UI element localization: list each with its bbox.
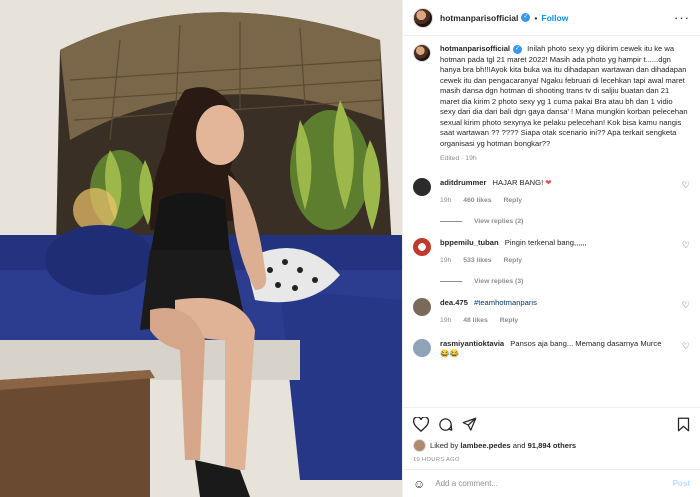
- comment-icon[interactable]: [438, 417, 453, 432]
- author-avatar[interactable]: [413, 7, 433, 28]
- red-heart-emoji: ❤: [545, 177, 552, 187]
- replies-line: [440, 280, 462, 282]
- comment-avatar[interactable]: [413, 297, 431, 316]
- caption-meta: Edited · 19h: [440, 155, 477, 162]
- separator-dot: •: [534, 12, 538, 23]
- comment-body: dea.475 #teamhotmanparis 19h 48 likes Re…: [440, 298, 682, 326]
- share-icon[interactable]: [462, 417, 477, 432]
- comment-avatar[interactable]: [413, 338, 431, 357]
- caption-body: hotmanparisofficial ✓ Inilah photo sexy y…: [440, 44, 690, 165]
- comment-username[interactable]: aditdrummer: [440, 178, 486, 187]
- more-horizontal-icon[interactable]: ···: [674, 10, 690, 25]
- view-replies-button[interactable]: View replies (3): [440, 278, 690, 285]
- comment-meta: 19h 533 likes Reply: [440, 256, 682, 266]
- add-comment-bar: ☺ Post: [403, 469, 700, 497]
- comment-like-heart-icon[interactable]: ♡: [682, 240, 690, 251]
- heart-icon[interactable]: [413, 416, 429, 432]
- comment-item: bppemilu_tuban Pingin terkenal bang,,,,,…: [413, 237, 690, 266]
- comment-meta: 19h 460 likes Reply: [440, 196, 682, 206]
- liked-by-mid: and: [512, 441, 526, 450]
- replies-line: [440, 220, 462, 222]
- view-replies-label: View replies (3): [474, 277, 524, 285]
- post-comment-button[interactable]: Post: [673, 479, 690, 488]
- liked-by-prefix: Liked by: [430, 441, 459, 450]
- comment-like-heart-icon[interactable]: ♡: [682, 300, 690, 311]
- comment-meta: 19h 48 likes Reply: [440, 316, 682, 326]
- comment-item: aditdrummer HAJAR BANG! ❤ 19h 460 likes …: [413, 177, 690, 206]
- comment-body: bppemilu_tuban Pingin terkenal bang,,,,,…: [440, 238, 682, 266]
- reply-button[interactable]: Reply: [500, 317, 519, 324]
- comment-text: HAJAR BANG!: [492, 177, 546, 187]
- liker-avatar[interactable]: [413, 439, 426, 452]
- comment-body: rasmiyantioktavia Pansos aja bang... Mem…: [440, 339, 682, 359]
- reply-button[interactable]: Reply: [503, 257, 522, 264]
- laughing-emoji: 😂😂: [440, 348, 459, 358]
- comment-time: 19h: [440, 316, 452, 324]
- follow-button[interactable]: Follow: [541, 13, 568, 23]
- comment-time: 19h: [440, 256, 452, 264]
- author-username[interactable]: hotmanparisofficial: [440, 13, 518, 23]
- liked-by-line: Liked by lambee.pedes and 91,894 others: [413, 439, 690, 452]
- comment-likes[interactable]: 460 likes: [463, 197, 491, 204]
- instagram-post-modal: hotmanparisofficial ✓ • Follow ··· hotma…: [0, 0, 700, 497]
- comment-username[interactable]: rasmiyantioktavia: [440, 339, 504, 348]
- add-comment-input[interactable]: [435, 479, 673, 488]
- post-side-panel: hotmanparisofficial ✓ • Follow ··· hotma…: [402, 0, 700, 497]
- post-header: hotmanparisofficial ✓ • Follow ···: [403, 0, 700, 36]
- caption-text: Inilah photo sexy yg dikirim cewek itu k…: [440, 44, 688, 148]
- comment-like-heart-icon[interactable]: ♡: [682, 341, 690, 352]
- comment-text: Pansos aja bang... Memang dasarnya Murce: [510, 338, 662, 348]
- comment-avatar[interactable]: [413, 177, 431, 196]
- caption-username[interactable]: hotmanparisofficial: [440, 44, 510, 53]
- comment-username[interactable]: bppemilu_tuban: [440, 238, 499, 247]
- comment-item: rasmiyantioktavia Pansos aja bang... Mem…: [413, 338, 690, 359]
- bookmark-icon[interactable]: [677, 417, 690, 432]
- caption-author-avatar[interactable]: [413, 44, 431, 62]
- comment-time: 19h: [440, 196, 452, 204]
- liked-by-count[interactable]: 91,894 others: [528, 441, 577, 450]
- post-caption: hotmanparisofficial ✓ Inilah photo sexy y…: [413, 44, 690, 165]
- comment-username[interactable]: dea.475: [440, 298, 468, 307]
- post-timestamp: 19 HOURS AGO: [413, 457, 460, 463]
- view-replies-label: View replies (2): [474, 217, 524, 225]
- comment-likes[interactable]: 48 likes: [463, 317, 488, 324]
- caption-verified-badge-icon: ✓: [513, 44, 523, 54]
- reply-button[interactable]: Reply: [503, 197, 522, 204]
- verified-badge-icon: ✓: [521, 13, 531, 22]
- action-icons-row: [413, 415, 690, 433]
- comments-scroll-area[interactable]: hotmanparisofficial ✓ Inilah photo sexy y…: [403, 36, 700, 407]
- comment-likes[interactable]: 533 likes: [463, 257, 491, 264]
- comment-text: Pingin terkenal bang,,,,,,: [504, 237, 587, 247]
- comment-item: dea.475 #teamhotmanparis 19h 48 likes Re…: [413, 297, 690, 326]
- smiley-icon[interactable]: ☺: [413, 477, 425, 491]
- photo-illustration: [0, 0, 402, 497]
- post-photo[interactable]: [0, 0, 402, 497]
- view-replies-button[interactable]: View replies (2): [440, 218, 690, 225]
- comment-like-heart-icon[interactable]: ♡: [682, 180, 690, 191]
- comment-body: aditdrummer HAJAR BANG! ❤ 19h 460 likes …: [440, 178, 682, 206]
- liked-by-user[interactable]: lambee.pedes: [460, 441, 510, 450]
- comment-avatar[interactable]: [413, 237, 431, 256]
- comment-hashtag-link[interactable]: #teamhotmanparis: [474, 298, 537, 307]
